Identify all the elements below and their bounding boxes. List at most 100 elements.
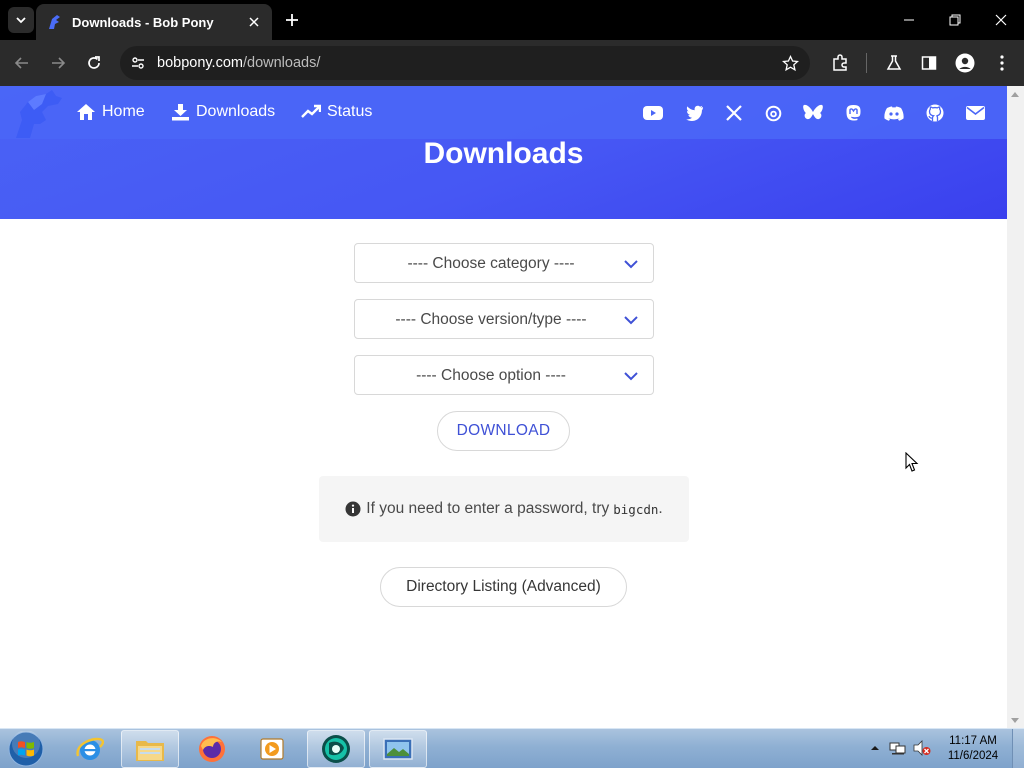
version-select[interactable]: ---- Choose version/type ---- [354, 299, 654, 339]
clock-time: 11:17 AM [949, 735, 997, 747]
side-panel-icon [921, 56, 937, 70]
volume-muted-icon [913, 740, 931, 756]
start-button[interactable] [6, 730, 46, 768]
nav-downloads-link[interactable]: Downloads [171, 103, 275, 121]
url-text: bobpony.com/downloads/ [157, 55, 320, 71]
x-icon[interactable] [724, 103, 744, 123]
github-icon[interactable] [925, 103, 945, 123]
bobpony-logo-icon[interactable] [12, 90, 64, 140]
nav-status-link[interactable]: Status [301, 103, 372, 121]
nav-home-link[interactable]: Home [76, 103, 145, 121]
scroll-down-arrow[interactable] [1011, 718, 1019, 723]
minimize-icon [904, 19, 914, 21]
notice-text: If you need to enter a password, try [366, 500, 610, 517]
taskbar-firefox[interactable] [183, 730, 241, 768]
arrow-right-icon [52, 57, 66, 69]
extensions-button[interactable] [829, 52, 851, 74]
taskbar-clock[interactable]: 11:17 AM 11/6/2024 [938, 734, 1008, 764]
internet-explorer-icon [76, 737, 105, 760]
taskbar-media-player[interactable] [243, 730, 301, 768]
twitter-icon[interactable] [684, 103, 704, 123]
screen: Downloads - Bob Pony bobpony.com/downloa… [0, 0, 1024, 768]
labs-button[interactable] [883, 52, 905, 74]
chevron-down-icon [16, 17, 26, 24]
kebab-menu-icon [1000, 55, 1004, 71]
url-host: bobpony.com [157, 55, 243, 71]
nav-home-label: Home [102, 103, 145, 120]
reload-button[interactable] [82, 51, 106, 75]
address-bar[interactable]: bobpony.com/downloads/ [120, 46, 810, 80]
chevron-down-icon [624, 372, 638, 381]
scroll-up-arrow[interactable] [1011, 92, 1019, 97]
browser-tab-strip: Downloads - Bob Pony [0, 0, 1024, 40]
taskbar-explorer[interactable] [121, 730, 179, 768]
option-select-value: ---- Choose option ---- [416, 367, 566, 384]
category-select-value: ---- Choose category ---- [407, 255, 575, 272]
taskbar-browser[interactable] [307, 730, 365, 768]
youtube-icon[interactable] [643, 103, 663, 123]
reload-icon [88, 56, 100, 69]
tab-search-button[interactable] [8, 7, 34, 33]
arrow-left-icon [14, 57, 28, 69]
back-button[interactable] [10, 51, 34, 75]
show-desktop-button[interactable] [1012, 729, 1024, 768]
flask-icon [886, 55, 902, 70]
network-icon [889, 742, 906, 755]
window-close-button[interactable] [978, 0, 1024, 40]
mouse-cursor-icon [905, 452, 919, 472]
bookmark-button[interactable] [780, 53, 800, 73]
download-button[interactable]: DOWNLOAD [437, 411, 570, 451]
folder-icon [136, 741, 164, 761]
site-settings-icon[interactable] [128, 53, 148, 73]
home-icon [77, 104, 95, 120]
side-panel-button[interactable] [918, 52, 940, 74]
volume-tray-icon[interactable] [913, 739, 931, 757]
network-tray-icon[interactable] [889, 739, 907, 757]
tab-title: Downloads - Bob Pony [72, 14, 214, 30]
restore-button[interactable] [932, 0, 978, 40]
menu-button[interactable] [991, 52, 1013, 74]
site-navbar: Home Downloads Status [0, 86, 1007, 139]
picture-icon [383, 738, 413, 760]
info-icon [345, 501, 361, 517]
toolbar-separator [866, 53, 867, 73]
restore-icon [949, 14, 961, 26]
windows-taskbar: 11:17 AM 11/6/2024 [0, 728, 1024, 768]
bobpony-favicon-icon [49, 15, 60, 29]
close-icon [995, 14, 1007, 26]
plus-icon [286, 14, 298, 26]
puzzle-icon [833, 54, 847, 71]
forward-button[interactable] [46, 51, 70, 75]
tab-close-button[interactable] [246, 14, 262, 30]
page-scrollbar[interactable] [1007, 86, 1024, 728]
taskbar-internet-explorer[interactable] [61, 730, 119, 768]
notice-password-code: bigcdn [613, 501, 659, 517]
minimize-button[interactable] [886, 0, 932, 40]
chevron-down-icon [624, 260, 638, 269]
clock-date: 11/6/2024 [947, 750, 999, 762]
avatar-icon [955, 53, 975, 73]
nav-downloads-label: Downloads [196, 103, 276, 120]
close-icon [249, 17, 259, 27]
show-hidden-icons-button[interactable] [866, 739, 884, 757]
password-notice: If you need to enter a password, try big… [319, 476, 689, 542]
taskbar-image-viewer[interactable] [369, 730, 427, 768]
bluesky-icon[interactable] [803, 103, 823, 123]
star-icon [781, 54, 799, 71]
download-icon [172, 104, 189, 121]
profile-button[interactable] [954, 52, 976, 74]
category-select[interactable]: ---- Choose category ---- [354, 243, 654, 283]
page-title: Downloads [423, 137, 584, 170]
new-tab-button[interactable] [282, 10, 302, 30]
browser-app-icon [322, 735, 350, 763]
option-select[interactable]: ---- Choose option ---- [354, 355, 654, 395]
nav-status-label: Status [327, 103, 373, 120]
threads-icon[interactable] [763, 103, 783, 123]
discord-icon[interactable] [884, 103, 904, 123]
directory-listing-button[interactable]: Directory Listing (Advanced) [380, 567, 627, 607]
trending-icon [301, 104, 321, 118]
browser-tab-active[interactable]: Downloads - Bob Pony [36, 4, 272, 40]
notice-end: . [658, 500, 663, 517]
mastodon-icon[interactable] [843, 103, 863, 123]
mail-icon[interactable] [965, 103, 985, 123]
